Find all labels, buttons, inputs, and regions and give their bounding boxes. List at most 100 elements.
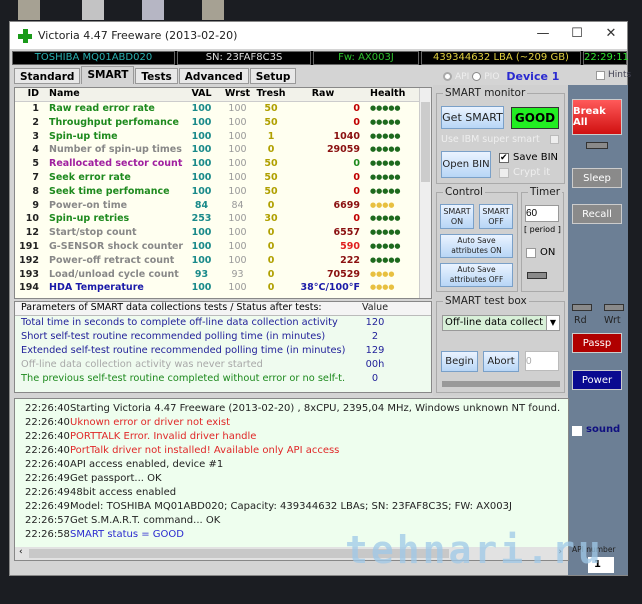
timer-legend: Timer bbox=[530, 186, 561, 198]
tab-standard[interactable]: Standard bbox=[14, 68, 81, 84]
title-bar: Victoria 4.47 Freeware (2013-02-20) — ☐ … bbox=[10, 22, 627, 49]
col-raw[interactable]: Raw bbox=[286, 88, 366, 101]
table-scrollbar[interactable] bbox=[419, 88, 431, 298]
table-row[interactable]: 194 HDA Temperature 100 100 0 38°C/100°F ●●●● bbox=[15, 281, 431, 295]
col-id[interactable]: ID bbox=[15, 88, 43, 101]
tab-setup[interactable]: Setup bbox=[249, 68, 297, 84]
maximize-button[interactable]: ☐ bbox=[562, 26, 592, 41]
get-smart-button[interactable]: Get SMART bbox=[441, 106, 504, 129]
row-val: 100 bbox=[191, 103, 212, 114]
desktop-icon[interactable] bbox=[18, 0, 40, 20]
table-row[interactable]: 9 Power-on time 84 84 0 6699 ●●●● bbox=[15, 199, 431, 213]
device-label[interactable]: Device 1 bbox=[506, 70, 559, 83]
tab-advanced[interactable]: Advanced bbox=[178, 68, 249, 84]
log-message: API access enabled, device #1 bbox=[70, 459, 224, 470]
log-line: 22:26:49 Model: TOSHIBA MQ01ABD020; Capac… bbox=[15, 500, 568, 514]
open-bin-button[interactable]: Open BIN bbox=[441, 151, 491, 178]
timer-input[interactable] bbox=[525, 205, 559, 222]
params-row-text: Short self-test routine recommended poll… bbox=[21, 331, 326, 342]
row-id: 193 bbox=[19, 268, 39, 280]
scroll-left-icon[interactable]: ‹ bbox=[19, 547, 23, 557]
tab-smart[interactable]: SMART bbox=[81, 66, 135, 84]
desktop-icon[interactable] bbox=[82, 0, 104, 20]
sleep-button[interactable]: Sleep bbox=[572, 168, 622, 188]
params-row[interactable]: Short self-test routine recommended poll… bbox=[15, 330, 431, 344]
smart-on-button[interactable]: SMART ON bbox=[440, 204, 474, 229]
row-name: Power-on time bbox=[49, 199, 128, 211]
table-row[interactable]: 1 Raw read error rate 100 100 50 0 ●●●●● bbox=[15, 102, 431, 116]
row-raw: 1040 bbox=[333, 130, 360, 142]
victoria-window: Victoria 4.47 Freeware (2013-02-20) — ☐ … bbox=[9, 21, 631, 576]
save-bin-checkbox[interactable]: ✔ bbox=[499, 153, 509, 163]
recall-button[interactable]: Recall bbox=[572, 204, 622, 224]
table-row[interactable]: 8 Seek time perfomance 100 100 50 0 ●●●●● bbox=[15, 185, 431, 199]
table-row[interactable]: 12 Start/stop count 100 100 0 6557 ●●●●● bbox=[15, 226, 431, 240]
smart-off-button[interactable]: SMART OFF bbox=[479, 204, 513, 229]
desktop-icon[interactable] bbox=[142, 0, 164, 20]
break-all-button[interactable]: Break All bbox=[572, 99, 622, 135]
use-ibm-checkbox[interactable] bbox=[550, 135, 559, 144]
test-progress-input[interactable] bbox=[525, 351, 559, 371]
table-row[interactable]: 5 Reallocated sector count 100 100 50 0 ●●●●● bbox=[15, 157, 431, 171]
test-progress-bar bbox=[442, 381, 560, 387]
test-type-select[interactable]: Off-line data collect ▼ bbox=[442, 315, 560, 331]
params-row[interactable]: Extended self-test routine recommended p… bbox=[15, 344, 431, 358]
col-health[interactable]: Health bbox=[366, 88, 414, 101]
desktop-icon[interactable] bbox=[202, 0, 224, 20]
passp-button[interactable]: Passp bbox=[572, 333, 622, 353]
minimize-button[interactable]: — bbox=[528, 26, 558, 41]
row-val: 100 bbox=[191, 171, 212, 183]
table-row[interactable]: 10 Spin-up retries 253 100 30 0 ●●●●● bbox=[15, 212, 431, 226]
row-wrst: 100 bbox=[228, 144, 247, 156]
params-row-value: 129 bbox=[365, 345, 385, 356]
log-time: 22:26:49 bbox=[25, 501, 70, 512]
row-name: Spin-up retries bbox=[49, 213, 130, 225]
auto-save-on-button[interactable]: Auto Save attributes ON bbox=[440, 234, 513, 258]
app-cross-icon bbox=[18, 28, 32, 43]
params-row[interactable]: The previous self-test routine completed… bbox=[15, 372, 431, 386]
table-row[interactable]: 191 G-SENSOR shock counter 100 100 0 590 ●●●●● bbox=[15, 240, 431, 254]
col-wrst[interactable]: Wrst bbox=[219, 88, 256, 101]
pio-radio[interactable] bbox=[472, 72, 482, 81]
begin-button[interactable]: Begin bbox=[441, 351, 478, 372]
col-val[interactable]: VAL bbox=[184, 88, 219, 101]
table-row[interactable]: 3 Spin-up time 100 100 1 1040 ●●●●● bbox=[15, 130, 431, 144]
break-indicator bbox=[586, 142, 608, 149]
params-row[interactable]: Total time in seconds to complete off-li… bbox=[15, 316, 431, 330]
row-health: ●●●● bbox=[370, 200, 395, 209]
wrt-indicator bbox=[604, 304, 624, 311]
api-radio[interactable] bbox=[443, 72, 452, 81]
power-button[interactable]: Power bbox=[572, 370, 622, 390]
row-tresh: 50 bbox=[264, 158, 278, 170]
table-row[interactable]: 7 Seek error rate 100 100 50 0 ●●●●● bbox=[15, 171, 431, 185]
table-row[interactable]: 2 Throughput perfomance 100 100 50 0 ●●●●● bbox=[15, 116, 431, 130]
hints-checkbox[interactable] bbox=[596, 70, 605, 80]
tab-bar: Standard SMART Tests Advanced Setup bbox=[14, 66, 297, 84]
col-tresh[interactable]: Tresh bbox=[256, 88, 286, 101]
table-row[interactable]: 193 Load/unload cycle count 93 93 0 70529 ●●●● bbox=[15, 268, 431, 282]
col-name[interactable]: Name bbox=[43, 88, 184, 101]
row-wrst: 100 bbox=[228, 227, 247, 239]
timer-period-label: [ period ] bbox=[524, 225, 561, 234]
row-val: 100 bbox=[191, 254, 212, 266]
rd-indicator bbox=[572, 304, 592, 311]
table-row[interactable]: 192 Power-off retract count 100 100 0 222 ●●●●… bbox=[15, 254, 431, 268]
auto-save-off-button[interactable]: Auto Save attributes OFF bbox=[440, 263, 513, 287]
tab-tests[interactable]: Tests bbox=[135, 68, 178, 84]
row-id: 8 bbox=[32, 185, 39, 197]
timer-on-checkbox[interactable] bbox=[526, 248, 536, 258]
abort-button[interactable]: Abort bbox=[483, 351, 519, 372]
row-tresh: 0 bbox=[267, 268, 275, 280]
sound-checkbox[interactable] bbox=[572, 426, 582, 436]
timer-on-label: ON bbox=[540, 247, 556, 258]
close-button[interactable]: ✕ bbox=[596, 26, 626, 41]
row-name: Raw read error rate bbox=[49, 103, 155, 114]
row-id: 12 bbox=[25, 227, 39, 239]
chevron-down-icon[interactable]: ▼ bbox=[546, 316, 559, 330]
crypt-it-checkbox[interactable] bbox=[499, 168, 509, 178]
save-bin-label: Save BIN bbox=[513, 152, 559, 163]
table-row[interactable]: 4 Number of spin-up times 100 100 0 29059 ●●●●… bbox=[15, 143, 431, 157]
row-health: ●●●●● bbox=[370, 131, 401, 140]
row-tresh: 50 bbox=[264, 171, 278, 183]
params-row[interactable]: Off-line data collection activity was ne… bbox=[15, 358, 431, 372]
